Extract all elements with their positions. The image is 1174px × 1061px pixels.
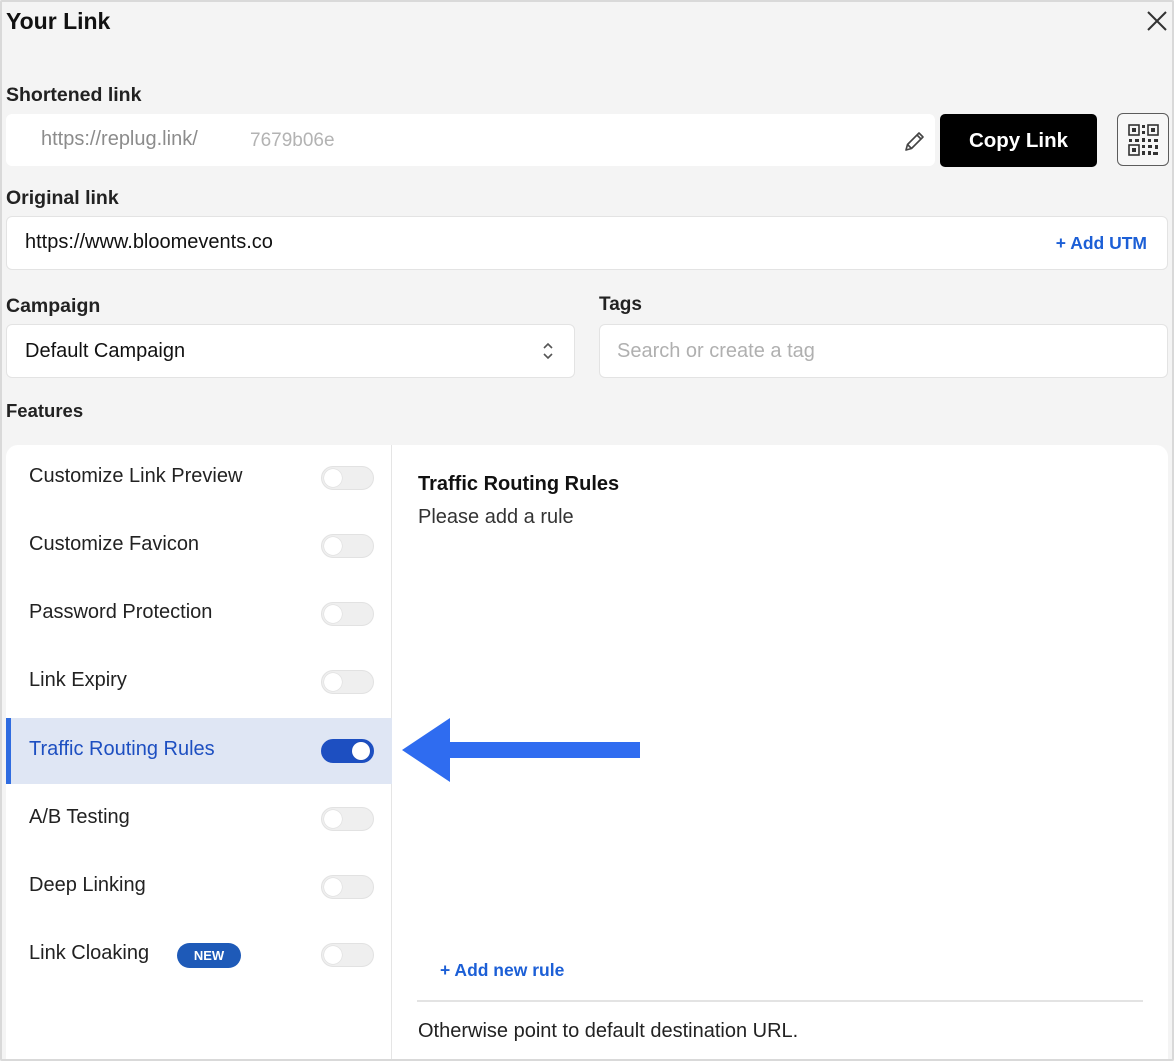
campaign-select[interactable]: Default Campaign: [6, 324, 575, 378]
feature-label: Link Cloaking: [29, 942, 150, 964]
qr-code-button[interactable]: [1117, 113, 1169, 166]
default-destination-note: Otherwise point to default destination U…: [418, 1020, 799, 1042]
feature-label: Customize Link Preview: [29, 465, 243, 487]
campaign-selected-value: Default Campaign: [25, 340, 186, 362]
original-link-label: Original link: [6, 187, 119, 209]
pencil-icon[interactable]: [900, 128, 928, 156]
feature-list: Customize Link Preview Customize Favicon…: [6, 445, 392, 1059]
feature-item-deep-linking[interactable]: Deep Linking: [6, 854, 392, 920]
feature-item-customize-link-preview[interactable]: Customize Link Preview: [6, 445, 392, 511]
divider: [417, 1000, 1143, 1002]
close-icon[interactable]: [1144, 8, 1170, 34]
features-label: Features: [6, 400, 84, 421]
feature-label: Link Expiry: [29, 669, 127, 691]
feature-item-traffic-routing-rules[interactable]: Traffic Routing Rules: [6, 718, 392, 784]
annotation-arrow-icon: [402, 718, 640, 782]
feature-label: A/B Testing: [29, 806, 130, 828]
shortened-link-label: Shortened link: [6, 84, 142, 106]
feature-item-link-expiry[interactable]: Link Expiry: [6, 649, 392, 715]
feature-item-ab-testing[interactable]: A/B Testing: [6, 786, 392, 852]
new-badge: NEW: [177, 943, 241, 968]
tags-input[interactable]: [617, 336, 1137, 366]
feature-item-password-protection[interactable]: Password Protection: [6, 581, 392, 647]
feature-label: Customize Favicon: [29, 533, 200, 555]
detail-empty-message: Please add a rule: [418, 506, 574, 528]
feature-item-customize-favicon[interactable]: Customize Favicon: [6, 513, 392, 579]
feature-toggle[interactable]: [321, 466, 374, 490]
tags-label: Tags: [599, 294, 642, 315]
feature-toggle[interactable]: [321, 807, 374, 831]
campaign-label: Campaign: [6, 295, 101, 317]
feature-label: Traffic Routing Rules: [29, 738, 215, 760]
short-slug-input[interactable]: 7679b06e: [250, 130, 335, 152]
your-link-modal: Your Link Shortened link https://replug.…: [0, 0, 1174, 1061]
feature-toggle[interactable]: [321, 670, 374, 694]
feature-toggle[interactable]: [321, 534, 374, 558]
chevron-up-down-icon: [543, 342, 553, 360]
add-utm-link[interactable]: + Add UTM: [1056, 233, 1147, 254]
qr-code-icon: [1128, 124, 1159, 156]
modal-title: Your Link: [6, 8, 111, 34]
feature-toggle[interactable]: [321, 943, 374, 967]
detail-title: Traffic Routing Rules: [418, 473, 620, 495]
add-new-rule-link[interactable]: + Add new rule: [440, 960, 564, 981]
feature-label: Password Protection: [29, 601, 213, 623]
original-link-field[interactable]: https://www.bloomevents.co + Add UTM: [6, 216, 1168, 270]
feature-label: Deep Linking: [29, 874, 146, 896]
shortened-link-field: https://replug.link/ 7679b06e: [6, 114, 935, 166]
feature-item-link-cloaking[interactable]: Link Cloaking NEW: [6, 922, 392, 988]
feature-toggle[interactable]: [321, 602, 374, 626]
feature-toggle[interactable]: [321, 739, 374, 763]
copy-link-button[interactable]: Copy Link: [940, 114, 1097, 167]
feature-toggle[interactable]: [321, 875, 374, 899]
tags-field: [599, 324, 1168, 378]
short-domain-prefix: https://replug.link/: [41, 128, 198, 150]
original-link-value[interactable]: https://www.bloomevents.co: [25, 231, 273, 254]
